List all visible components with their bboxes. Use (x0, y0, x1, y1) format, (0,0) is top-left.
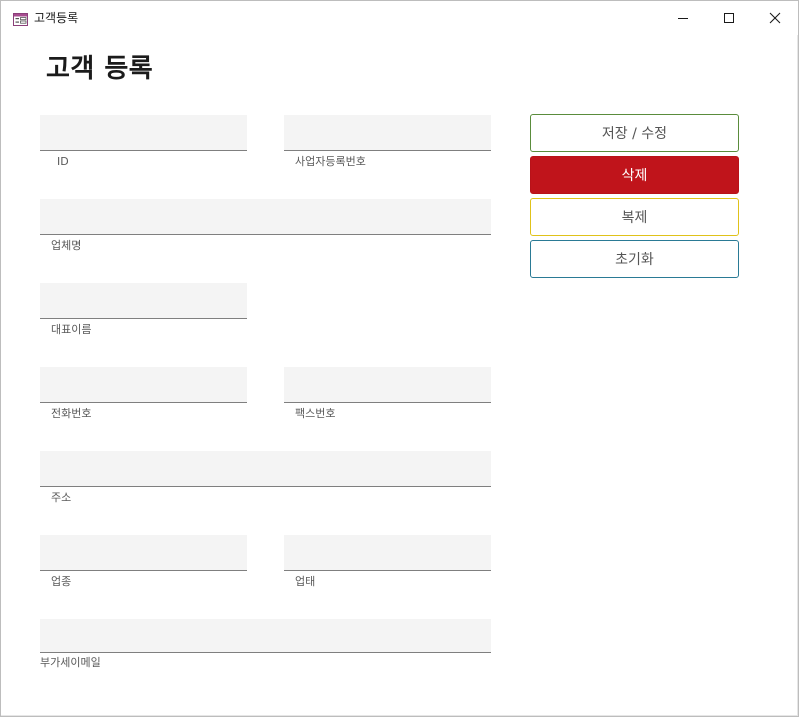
vat-email-input[interactable] (40, 619, 491, 652)
vat-email-field[interactable] (40, 619, 491, 653)
company-name-field[interactable] (40, 199, 491, 235)
phone-label: 전화번호 (51, 407, 92, 420)
representative-label: 대표이름 (51, 323, 92, 336)
id-input[interactable] (40, 115, 247, 150)
maximize-icon (724, 13, 734, 23)
business-category-field[interactable] (284, 535, 491, 571)
close-button[interactable] (752, 1, 798, 35)
minimize-icon (678, 18, 688, 19)
representative-input[interactable] (40, 283, 247, 318)
minimize-button[interactable] (660, 1, 706, 35)
form-icon (13, 11, 28, 26)
save-update-button[interactable]: 저장 / 수정 (530, 114, 739, 152)
close-icon (769, 12, 781, 24)
business-type-label: 업종 (51, 575, 72, 588)
address-label: 주소 (51, 491, 72, 504)
address-field[interactable] (40, 451, 491, 487)
fax-input[interactable] (284, 367, 491, 402)
business-type-input[interactable] (40, 535, 247, 570)
app-window: 고객등록 고객 등록 ID 사업자등록번호 업체명 대표이름 전화번호 팩스번호… (0, 0, 799, 717)
id-label: ID (57, 155, 69, 168)
phone-field[interactable] (40, 367, 247, 403)
id-field[interactable] (40, 115, 247, 151)
duplicate-button[interactable]: 복제 (530, 198, 739, 236)
window-title: 고객등록 (34, 11, 79, 25)
fax-label: 팩스번호 (295, 407, 336, 420)
vat-email-label: 부가세이메일 (40, 656, 101, 669)
reset-button[interactable]: 초기화 (530, 240, 739, 278)
delete-button[interactable]: 삭제 (530, 156, 739, 194)
address-input[interactable] (40, 451, 491, 486)
page-title: 고객 등록 (46, 54, 154, 84)
business-type-field[interactable] (40, 535, 247, 571)
fax-field[interactable] (284, 367, 491, 403)
business-category-input[interactable] (284, 535, 491, 570)
company-name-label: 업체명 (51, 239, 82, 252)
business-reg-no-field[interactable] (284, 115, 491, 151)
maximize-button[interactable] (706, 1, 752, 35)
company-name-input[interactable] (40, 199, 491, 234)
business-reg-no-input[interactable] (284, 115, 491, 150)
title-bar[interactable]: 고객등록 (1, 1, 798, 35)
representative-field[interactable] (40, 283, 247, 319)
phone-input[interactable] (40, 367, 247, 402)
business-category-label: 업태 (295, 575, 316, 588)
business-reg-no-label: 사업자등록번호 (295, 155, 366, 168)
